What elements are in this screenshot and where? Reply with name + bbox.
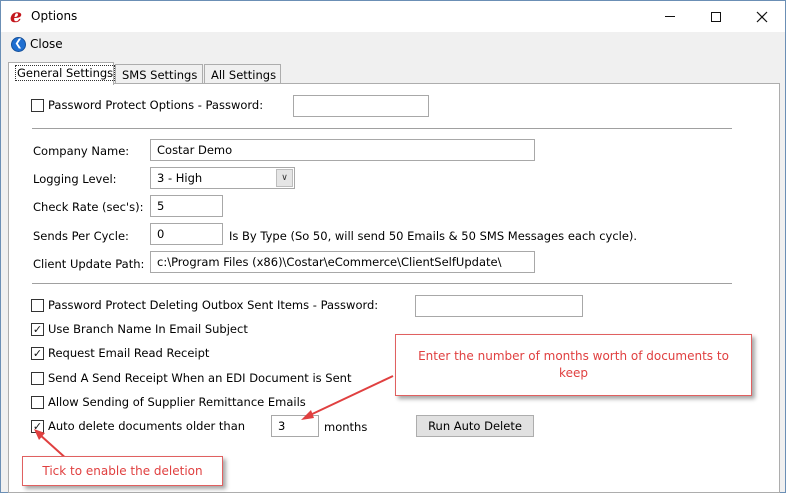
tab-sms-settings[interactable]: SMS Settings	[115, 64, 203, 84]
close-button[interactable]: ❮ Close	[11, 36, 63, 52]
auto-delete-checkbox[interactable]: ✓	[31, 420, 44, 433]
allow-remittance-checkbox[interactable]	[31, 396, 44, 409]
logging-level-label: Logging Level:	[33, 172, 117, 186]
send-receipt-edi-checkbox[interactable]	[31, 372, 44, 385]
client-update-path-label: Client Update Path:	[33, 257, 144, 271]
chevron-down-icon[interactable]: ∨	[276, 169, 293, 187]
title-bar: e Options	[1, 1, 785, 32]
tab-all-settings-label: All Settings	[211, 68, 276, 82]
password-protect-options-label: Password Protect Options - Password:	[48, 98, 263, 112]
company-name-label: Company Name:	[33, 144, 129, 158]
minimize-icon	[665, 16, 675, 17]
outbox-password-input[interactable]	[415, 295, 583, 317]
request-read-receipt-label: Request Email Read Receipt	[48, 346, 209, 360]
divider	[32, 128, 732, 129]
tick-callout: Tick to enable the deletion	[22, 456, 223, 486]
password-protect-outbox-checkbox[interactable]	[31, 299, 44, 312]
password-protect-options-checkbox[interactable]	[31, 99, 44, 112]
close-button-label: Close	[30, 37, 63, 51]
check-rate-input[interactable]: 5	[150, 195, 223, 217]
toolbar: ❮ Close	[1, 32, 785, 56]
close-icon	[756, 11, 768, 23]
password-protect-outbox-label: Password Protect Deleting Outbox Sent It…	[48, 298, 378, 312]
request-read-receipt-checkbox[interactable]: ✓	[31, 347, 44, 360]
maximize-button[interactable]	[693, 1, 739, 32]
months-callout: Enter the number of months worth of docu…	[395, 334, 752, 396]
check-rate-label: Check Rate (sec's):	[33, 200, 143, 214]
sends-per-cycle-label: Sends Per Cycle:	[33, 229, 129, 243]
tab-general-settings-label: General Settings	[15, 65, 115, 81]
maximize-icon	[711, 12, 721, 22]
company-name-input[interactable]: Costar Demo	[150, 139, 535, 161]
use-branch-name-checkbox[interactable]: ✓	[31, 323, 44, 336]
minimize-button[interactable]	[647, 1, 693, 32]
tab-all-settings[interactable]: All Settings	[204, 64, 281, 84]
run-auto-delete-button[interactable]: Run Auto Delete	[416, 415, 534, 437]
sends-per-cycle-input[interactable]: 0	[150, 223, 223, 245]
use-branch-name-label: Use Branch Name In Email Subject	[48, 322, 248, 336]
sends-per-cycle-note: Is By Type (So 50, will send 50 Emails &…	[229, 229, 637, 243]
send-receipt-edi-label: Send A Send Receipt When an EDI Document…	[48, 371, 351, 385]
close-window-button[interactable]	[739, 1, 785, 32]
auto-delete-months-input[interactable]: 3	[271, 415, 319, 437]
logging-level-select[interactable]: 3 - High ∨	[150, 167, 295, 189]
back-arrow-icon: ❮	[11, 37, 26, 52]
allow-remittance-label: Allow Sending of Supplier Remittance Ema…	[48, 395, 306, 409]
e-logo-icon: e	[10, 7, 26, 25]
logging-level-value: 3 - High	[157, 171, 202, 185]
general-settings-panel: Password Protect Options - Password: Com…	[8, 83, 780, 493]
client-update-path-input[interactable]: c:\Program Files (x86)\Costar\eCommerce\…	[150, 251, 535, 273]
window-title: Options	[31, 9, 77, 23]
auto-delete-label: Auto delete documents older than	[48, 419, 245, 433]
options-window: e Options ❮ Close General Settings SMS S…	[0, 0, 786, 493]
options-password-input[interactable]	[293, 95, 429, 117]
tab-general-settings[interactable]: General Settings	[8, 62, 114, 85]
auto-delete-unit-label: months	[324, 420, 367, 434]
divider	[32, 283, 732, 284]
tab-sms-settings-label: SMS Settings	[122, 68, 197, 82]
